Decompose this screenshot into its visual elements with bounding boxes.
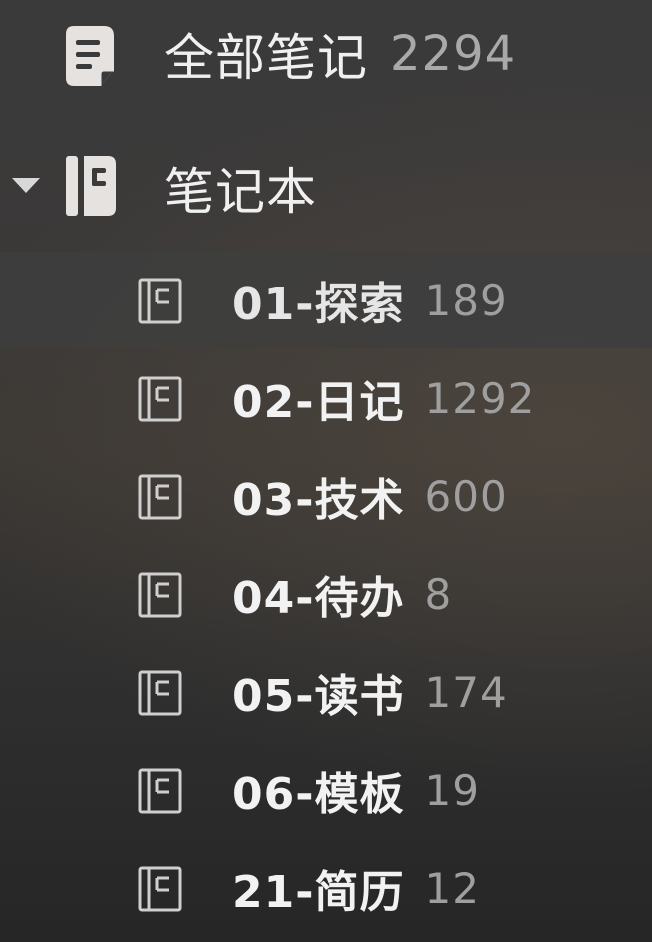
notebook-item-count: 12 xyxy=(424,863,480,913)
notebook-item-label-wrap: 01-探索 189 xyxy=(232,252,508,348)
notebook-icon xyxy=(138,278,184,324)
notebook-item-21[interactable]: 21-简历 12 xyxy=(0,840,652,936)
notebook-item-label-wrap: 06-模板 19 xyxy=(232,742,480,838)
notebook-item-label: 21-简历 xyxy=(232,867,405,918)
notebook-item-label-wrap: 02-日记 1292 xyxy=(232,350,535,446)
notebook-icon xyxy=(138,474,184,520)
notebook-item-count: 174 xyxy=(424,667,508,717)
notebook-item-count: 19 xyxy=(424,765,480,815)
notebook-item-02[interactable]: 02-日记 1292 xyxy=(0,350,652,446)
all-notes-item[interactable]: 全部笔记 2294 xyxy=(0,6,652,102)
notebook-item-label: 05-读书 xyxy=(232,671,405,722)
notebook-item-label-wrap: 04-待办 8 xyxy=(232,546,452,642)
notebook-item-count: 600 xyxy=(424,471,508,521)
all-notes-count: 2294 xyxy=(390,26,517,82)
all-notes-icon xyxy=(64,24,118,88)
notebooks-header[interactable]: 笔记本 xyxy=(0,140,652,236)
notebook-item-06[interactable]: 06-模板 19 xyxy=(0,742,652,838)
notebook-item-label: 01-探索 xyxy=(232,279,405,330)
notebook-icon xyxy=(138,670,184,716)
notebook-item-label: 02-日记 xyxy=(232,377,405,428)
all-notes-label: 全部笔记 xyxy=(164,29,368,87)
notebook-item-count: 8 xyxy=(424,569,453,619)
notebook-item-label-wrap: 21-简历 12 xyxy=(232,840,480,936)
notebook-item-01[interactable]: 01-探索 189 xyxy=(0,252,652,348)
notebook-item-label-wrap: 05-读书 174 xyxy=(232,644,508,740)
all-notes-label-wrap: 全部笔记 2294 xyxy=(164,6,516,102)
notebook-stack-icon xyxy=(64,154,118,218)
notebook-item-05[interactable]: 05-读书 174 xyxy=(0,644,652,740)
notebook-item-count: 1292 xyxy=(424,373,536,423)
notebook-item-label: 03-技术 xyxy=(232,475,405,526)
notebook-item-count: 189 xyxy=(424,275,508,325)
notebooks-label: 笔记本 xyxy=(164,163,317,221)
notebook-icon xyxy=(138,768,184,814)
notebook-icon xyxy=(138,572,184,618)
notebook-item-label: 06-模板 xyxy=(232,769,405,820)
notebook-item-label: 04-待办 xyxy=(232,573,405,624)
notebook-item-04[interactable]: 04-待办 8 xyxy=(0,546,652,642)
notebook-icon xyxy=(138,866,184,912)
expand-caret-icon[interactable] xyxy=(12,178,40,193)
sidebar: 全部笔记 2294 笔记本 01-探索 189 02-日记 1292 03-技术… xyxy=(0,0,652,942)
notebooks-label-wrap: 笔记本 xyxy=(164,140,317,236)
notebook-icon xyxy=(138,376,184,422)
notebook-item-label-wrap: 03-技术 600 xyxy=(232,448,508,544)
notebook-item-03[interactable]: 03-技术 600 xyxy=(0,448,652,544)
